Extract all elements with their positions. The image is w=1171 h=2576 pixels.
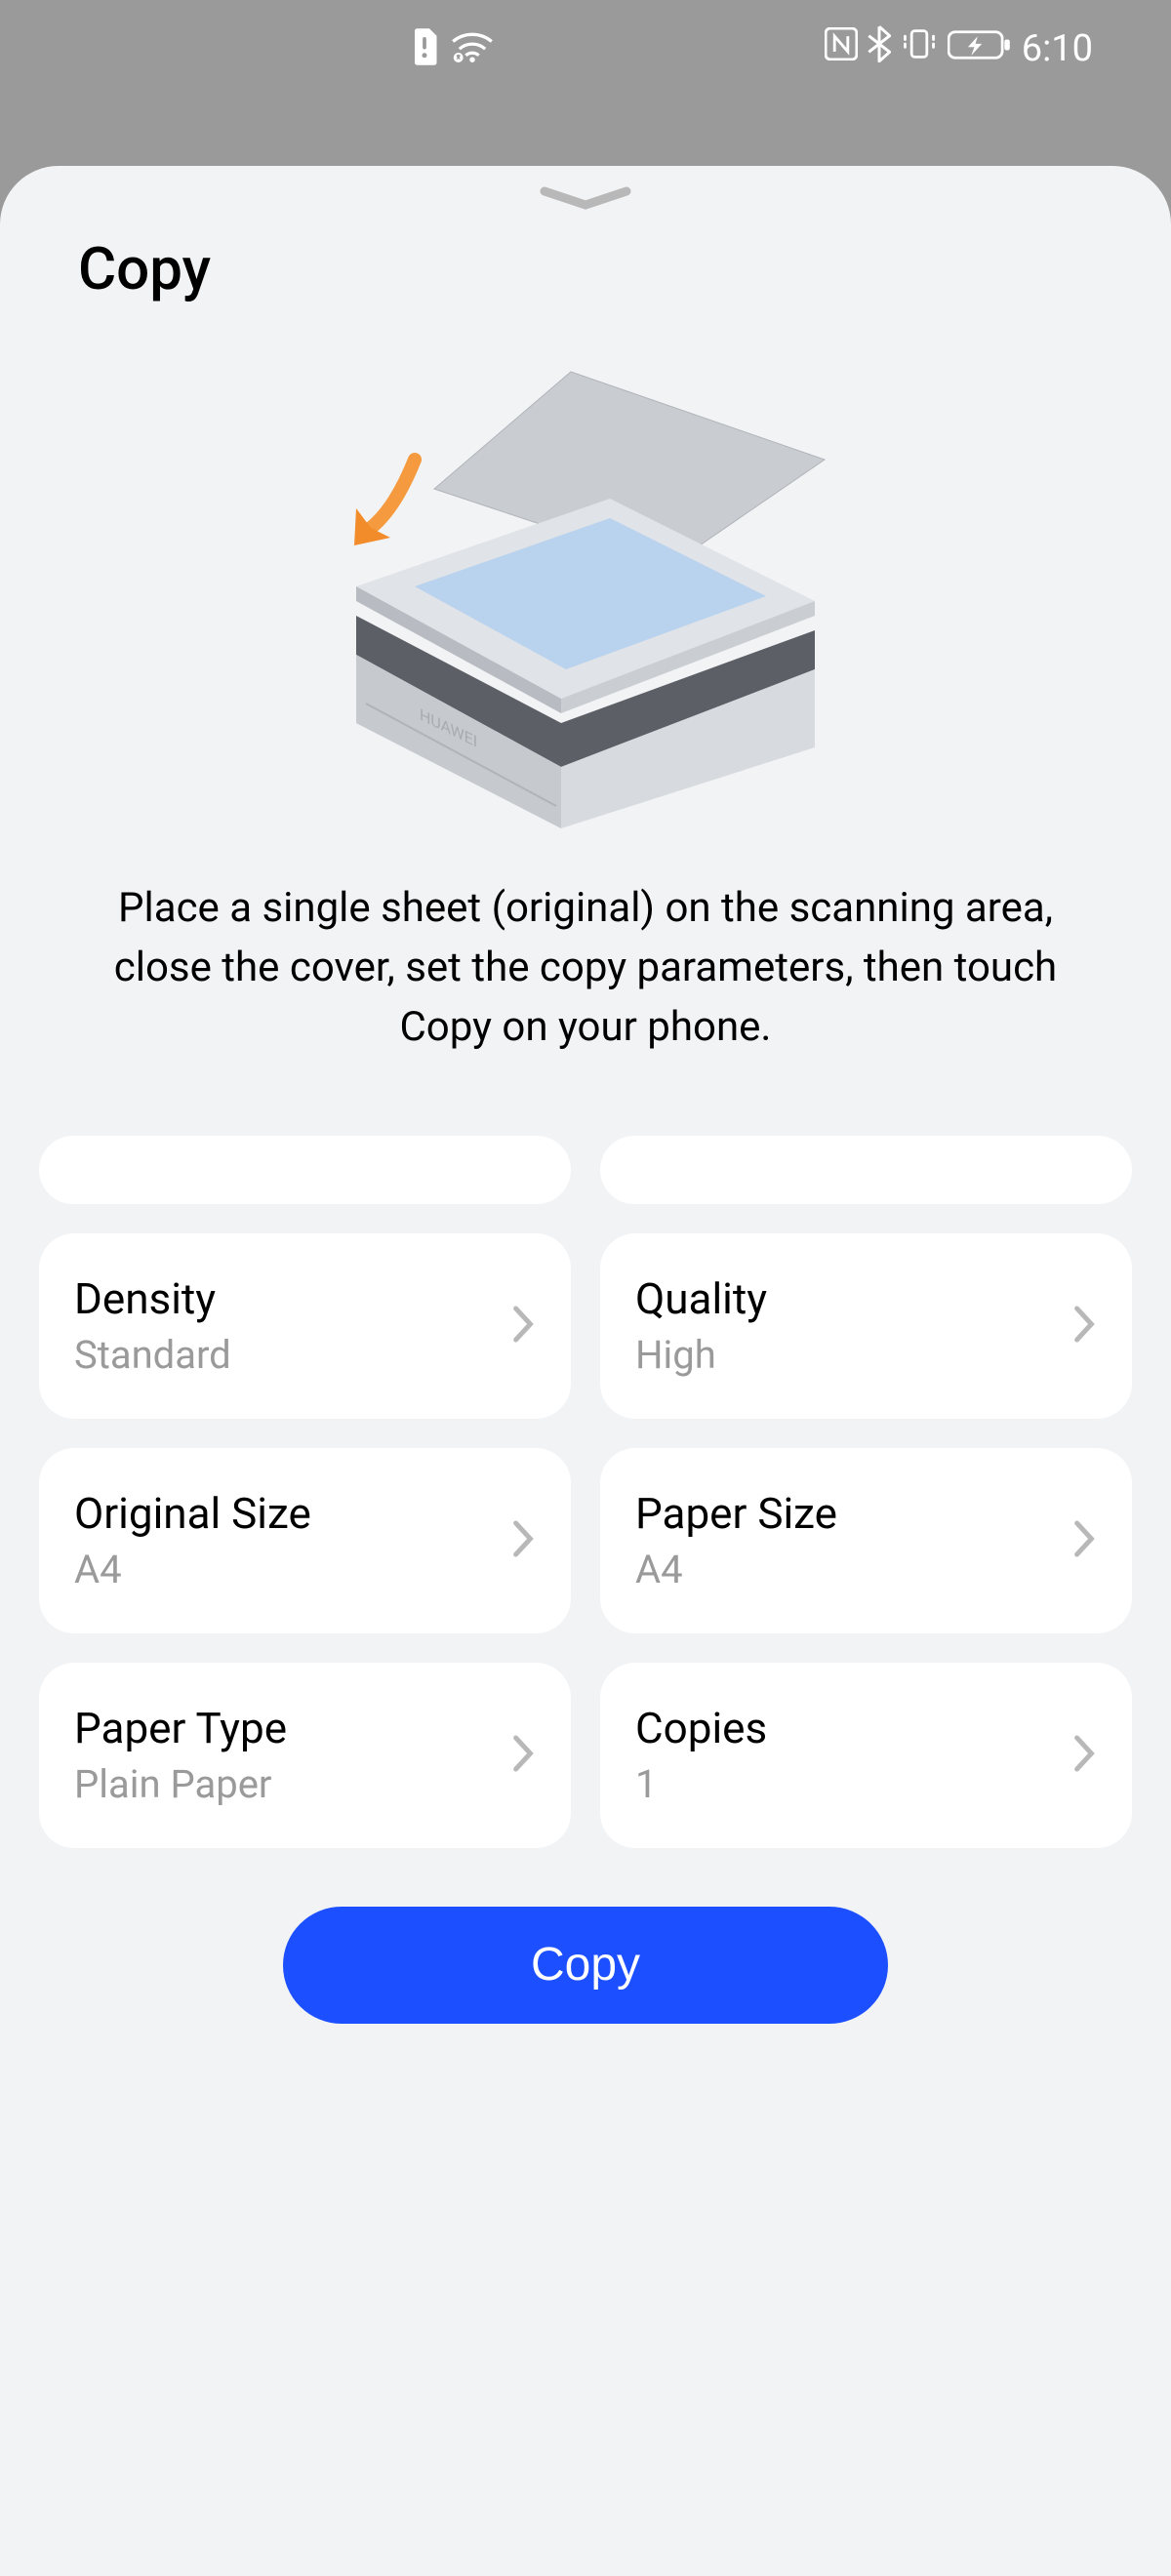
status-time: 6:10 <box>1022 27 1093 70</box>
vibrate-icon <box>901 27 938 70</box>
chevron-right-icon <box>510 1518 536 1563</box>
chevron-right-icon <box>510 1733 536 1778</box>
drag-handle[interactable] <box>537 185 634 215</box>
setting-paper-type[interactable]: Paper Type Plain Paper <box>39 1663 571 1848</box>
card-stub-left[interactable] <box>39 1136 571 1204</box>
setting-label: Paper Type <box>74 1703 287 1753</box>
setting-label: Quality <box>635 1273 767 1324</box>
card-stub-right[interactable] <box>600 1136 1132 1204</box>
setting-label: Density <box>74 1273 231 1324</box>
setting-value: Plain Paper <box>74 1761 287 1807</box>
setting-copies[interactable]: Copies 1 <box>600 1663 1132 1848</box>
setting-value: High <box>635 1332 767 1378</box>
copy-sheet: Copy HUAWEI Place a single sheet (origin… <box>0 166 1171 2576</box>
copy-button[interactable]: Copy <box>283 1907 888 2024</box>
wifi-icon <box>451 30 494 67</box>
sim-alert-icon <box>410 28 439 69</box>
chevron-right-icon <box>1071 1733 1097 1778</box>
battery-icon <box>948 27 1012 70</box>
setting-value: 1 <box>635 1761 767 1807</box>
setting-label: Copies <box>635 1703 767 1753</box>
setting-quality[interactable]: Quality High <box>600 1233 1132 1419</box>
setting-value: A4 <box>635 1547 837 1592</box>
settings-grid: Density Standard Quality High Original S… <box>39 1136 1132 1848</box>
chevron-right-icon <box>1071 1304 1097 1348</box>
setting-original-size[interactable]: Original Size A4 <box>39 1448 571 1633</box>
chevron-right-icon <box>510 1304 536 1348</box>
setting-value: Standard <box>74 1332 231 1378</box>
bluetooth-icon <box>868 25 891 72</box>
chevron-right-icon <box>1071 1518 1097 1563</box>
setting-label: Paper Size <box>635 1488 837 1539</box>
status-bar: 6:10 <box>0 0 1171 98</box>
setting-density[interactable]: Density Standard <box>39 1233 571 1419</box>
setting-label: Original Size <box>74 1488 311 1539</box>
printer-illustration: HUAWEI <box>317 362 854 830</box>
page-title: Copy <box>78 234 1132 303</box>
nfc-icon <box>825 27 858 70</box>
instruction-text: Place a single sheet (original) on the s… <box>78 879 1093 1058</box>
setting-value: A4 <box>74 1547 311 1592</box>
setting-paper-size[interactable]: Paper Size A4 <box>600 1448 1132 1633</box>
